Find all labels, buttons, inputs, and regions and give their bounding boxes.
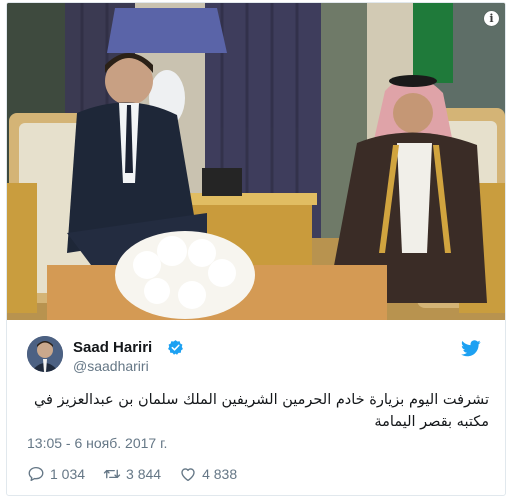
heart-icon [181,468,195,482]
retweet-button[interactable]: 3 844 [103,465,161,483]
avatar[interactable] [27,336,63,372]
retweet-count: 3 844 [126,466,162,482]
tweet-text: تشرفت اليوم بزيارة خادم الحرمين الشريفين… [33,392,489,430]
like-count: 4 838 [202,466,238,482]
author-display-name[interactable]: Saad Hariri [73,339,152,356]
tweet-actions: 1 034 3 844 4 838 [27,464,255,484]
embedded-tweet-card: i Saad Hariri @saadhariri تشرفت اليوم بز… [6,2,506,496]
like-button[interactable]: 4 838 [179,465,237,483]
author-handle[interactable]: @saadhariri [73,358,149,374]
retweet-icon [103,469,121,479]
reply-icon [28,466,44,482]
info-icon[interactable]: i [484,11,499,26]
twitter-bird-icon[interactable] [461,340,481,357]
reply-button[interactable]: 1 034 [27,465,85,483]
tweet-timestamp[interactable]: 13:05 - 6 нояб. 2017 г. [27,435,167,451]
avatar-image [27,336,63,372]
verified-badge-icon [168,340,183,355]
reply-count: 1 034 [50,466,86,482]
photo-illustration [7,3,505,320]
tweet-photo[interactable]: i [7,3,505,320]
